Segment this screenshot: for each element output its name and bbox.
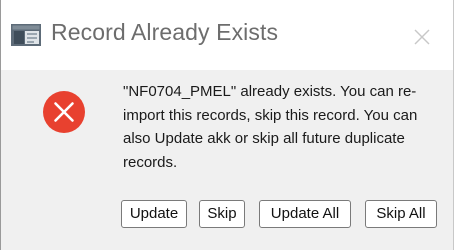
skip-all-button[interactable]: Skip All [365,200,437,228]
record-exists-dialog: Record Already Exists "NF0704_PMEL" alre… [0,0,454,250]
update-all-button[interactable]: Update All [259,200,351,228]
close-icon[interactable] [405,20,439,54]
app-window-icon [11,24,41,46]
error-icon [42,90,86,134]
skip-button[interactable]: Skip [199,200,245,228]
update-button[interactable]: Update [121,200,187,228]
dialog-title: Record Already Exists [51,19,279,45]
button-row: Update Skip Update All Skip All [1,200,453,230]
title-bar: Record Already Exists [1,0,453,70]
dialog-message: "NF0704_PMEL" already exists. You can re… [123,83,418,171]
